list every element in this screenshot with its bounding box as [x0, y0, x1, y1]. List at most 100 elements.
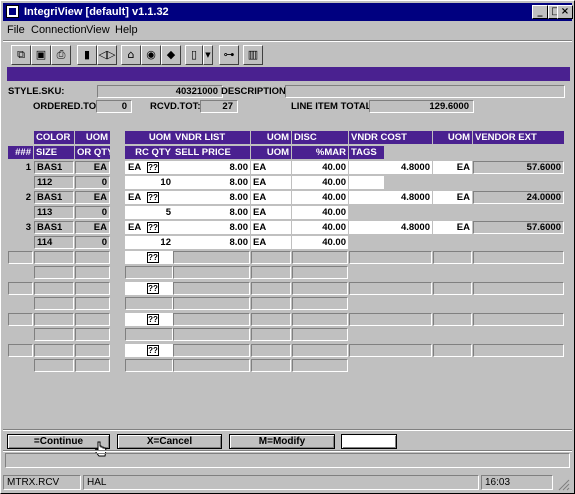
empty-cell[interactable] [75, 251, 110, 264]
empty-cell[interactable] [292, 344, 348, 357]
page-icon[interactable]: ▯ [185, 45, 203, 65]
lock-icon[interactable]: ▮ [77, 45, 97, 65]
empty-cell[interactable] [34, 282, 74, 295]
item-or-qty[interactable]: 0 [75, 176, 110, 189]
item-color[interactable]: BAS1 [34, 221, 74, 234]
item-rc-qty[interactable]: 12 [125, 236, 173, 249]
empty-cell[interactable] [349, 282, 432, 295]
item-vndr-list[interactable]: 8.00 [173, 221, 250, 234]
item-mar[interactable]: 40.00 [292, 236, 348, 249]
empty-cell[interactable] [292, 282, 348, 295]
menu-connection[interactable]: Connection [31, 24, 87, 36]
item-or-qty[interactable]: 0 [75, 206, 110, 219]
empty-cell[interactable] [173, 251, 250, 264]
empty-cell[interactable] [251, 313, 291, 326]
menu-help[interactable]: Help [115, 24, 138, 36]
empty-cell[interactable] [8, 282, 33, 295]
rcvd-tot-field[interactable]: 27 [200, 100, 238, 113]
item-disc[interactable]: 40.00 [292, 221, 348, 234]
empty-cell[interactable] [433, 282, 472, 295]
empty-cell[interactable] [75, 313, 110, 326]
question-icon[interactable]: ?? [147, 283, 159, 294]
empty-cell[interactable] [173, 282, 250, 295]
empty-cell[interactable] [75, 282, 110, 295]
app-icon[interactable] [6, 5, 19, 18]
item-disc[interactable]: 40.00 [292, 191, 348, 204]
item-uom-3[interactable]: EA [251, 191, 291, 204]
item-size[interactable]: 114 [34, 236, 74, 249]
menu-file[interactable]: File [7, 24, 25, 36]
empty-cell[interactable] [173, 344, 250, 357]
item-tags[interactable] [349, 176, 384, 189]
empty-cell[interactable] [433, 313, 472, 326]
empty-cell[interactable] [473, 313, 564, 326]
empty-cell[interactable] [251, 282, 291, 295]
empty-cell[interactable] [292, 251, 348, 264]
empty-cell[interactable] [292, 313, 348, 326]
empty-cell[interactable] [34, 266, 74, 279]
item-color[interactable]: BAS1 [34, 191, 74, 204]
menu-view[interactable]: View [86, 24, 110, 36]
copy-icon[interactable]: ⧉ [11, 45, 31, 65]
network-icon[interactable]: ⌂ [121, 45, 141, 65]
question-icon[interactable]: ?? [147, 222, 159, 233]
item-color[interactable]: BAS1 [34, 161, 74, 174]
print-icon[interactable]: ⎙ [51, 45, 71, 65]
chart-icon[interactable]: ▥ [243, 45, 263, 65]
dropdown-icon[interactable]: ▼ [203, 45, 213, 65]
empty-cell[interactable] [8, 251, 33, 264]
empty-cell[interactable] [125, 297, 173, 310]
item-uom[interactable]: EA [75, 161, 110, 174]
item-mar[interactable]: 40.00 [292, 176, 348, 189]
item-size[interactable]: 113 [34, 206, 74, 219]
empty-cell[interactable] [173, 328, 250, 341]
empty-cell[interactable] [75, 297, 110, 310]
empty-cell[interactable] [251, 251, 291, 264]
item-uom-5[interactable]: EA [251, 176, 291, 189]
tree-icon[interactable]: ⊶ [219, 45, 239, 65]
style-sku-field[interactable]: 40321000 [97, 85, 223, 98]
item-rc-qty[interactable]: 5 [125, 206, 173, 219]
question-icon[interactable]: ?? [147, 252, 159, 263]
close-button[interactable]: × [557, 5, 573, 19]
empty-cell[interactable] [34, 313, 74, 326]
item-uom-5[interactable]: EA [251, 236, 291, 249]
item-uom-4[interactable]: EA [433, 221, 472, 234]
question-icon[interactable]: ?? [147, 345, 159, 356]
empty-cell[interactable] [173, 266, 250, 279]
empty-cell[interactable] [75, 266, 110, 279]
empty-cell[interactable] [125, 328, 173, 341]
empty-cell[interactable] [8, 313, 33, 326]
empty-cell[interactable] [349, 344, 432, 357]
ordered-tot-field[interactable]: 0 [96, 100, 132, 113]
empty-cell[interactable] [251, 359, 291, 372]
item-mar[interactable]: 40.00 [292, 206, 348, 219]
empty-cell[interactable] [473, 251, 564, 264]
line-item-total-field[interactable]: 129.6000 [369, 100, 474, 113]
empty-cell[interactable] [125, 359, 173, 372]
item-sell-price[interactable]: 8.00 [173, 176, 250, 189]
item-size[interactable]: 112 [34, 176, 74, 189]
empty-cell[interactable] [34, 359, 74, 372]
item-vndr-cost[interactable]: 4.8000 [349, 221, 432, 234]
tag-icon[interactable]: ◆ [161, 45, 181, 65]
question-icon[interactable]: ?? [147, 314, 159, 325]
title-bar[interactable]: IntegriView [default] v1.1.32 _ □ [3, 3, 572, 21]
item-rc-qty[interactable]: 10 [125, 176, 173, 189]
empty-cell[interactable] [433, 344, 472, 357]
empty-cell[interactable] [251, 328, 291, 341]
empty-cell[interactable] [34, 251, 74, 264]
empty-cell[interactable] [251, 297, 291, 310]
audio-icon[interactable]: ◁▷ [97, 45, 117, 65]
empty-cell[interactable] [292, 297, 348, 310]
modify-button[interactable]: M=Modify [229, 434, 335, 449]
item-sell-price[interactable]: 8.00 [173, 236, 250, 249]
empty-cell[interactable] [75, 344, 110, 357]
monitor-icon[interactable]: ◉ [141, 45, 161, 65]
empty-cell[interactable] [292, 266, 348, 279]
empty-cell[interactable] [349, 251, 432, 264]
item-uom-4[interactable]: EA [433, 191, 472, 204]
item-vndr-list[interactable]: 8.00 [173, 161, 250, 174]
empty-cell[interactable] [292, 359, 348, 372]
item-uom-3[interactable]: EA [251, 221, 291, 234]
